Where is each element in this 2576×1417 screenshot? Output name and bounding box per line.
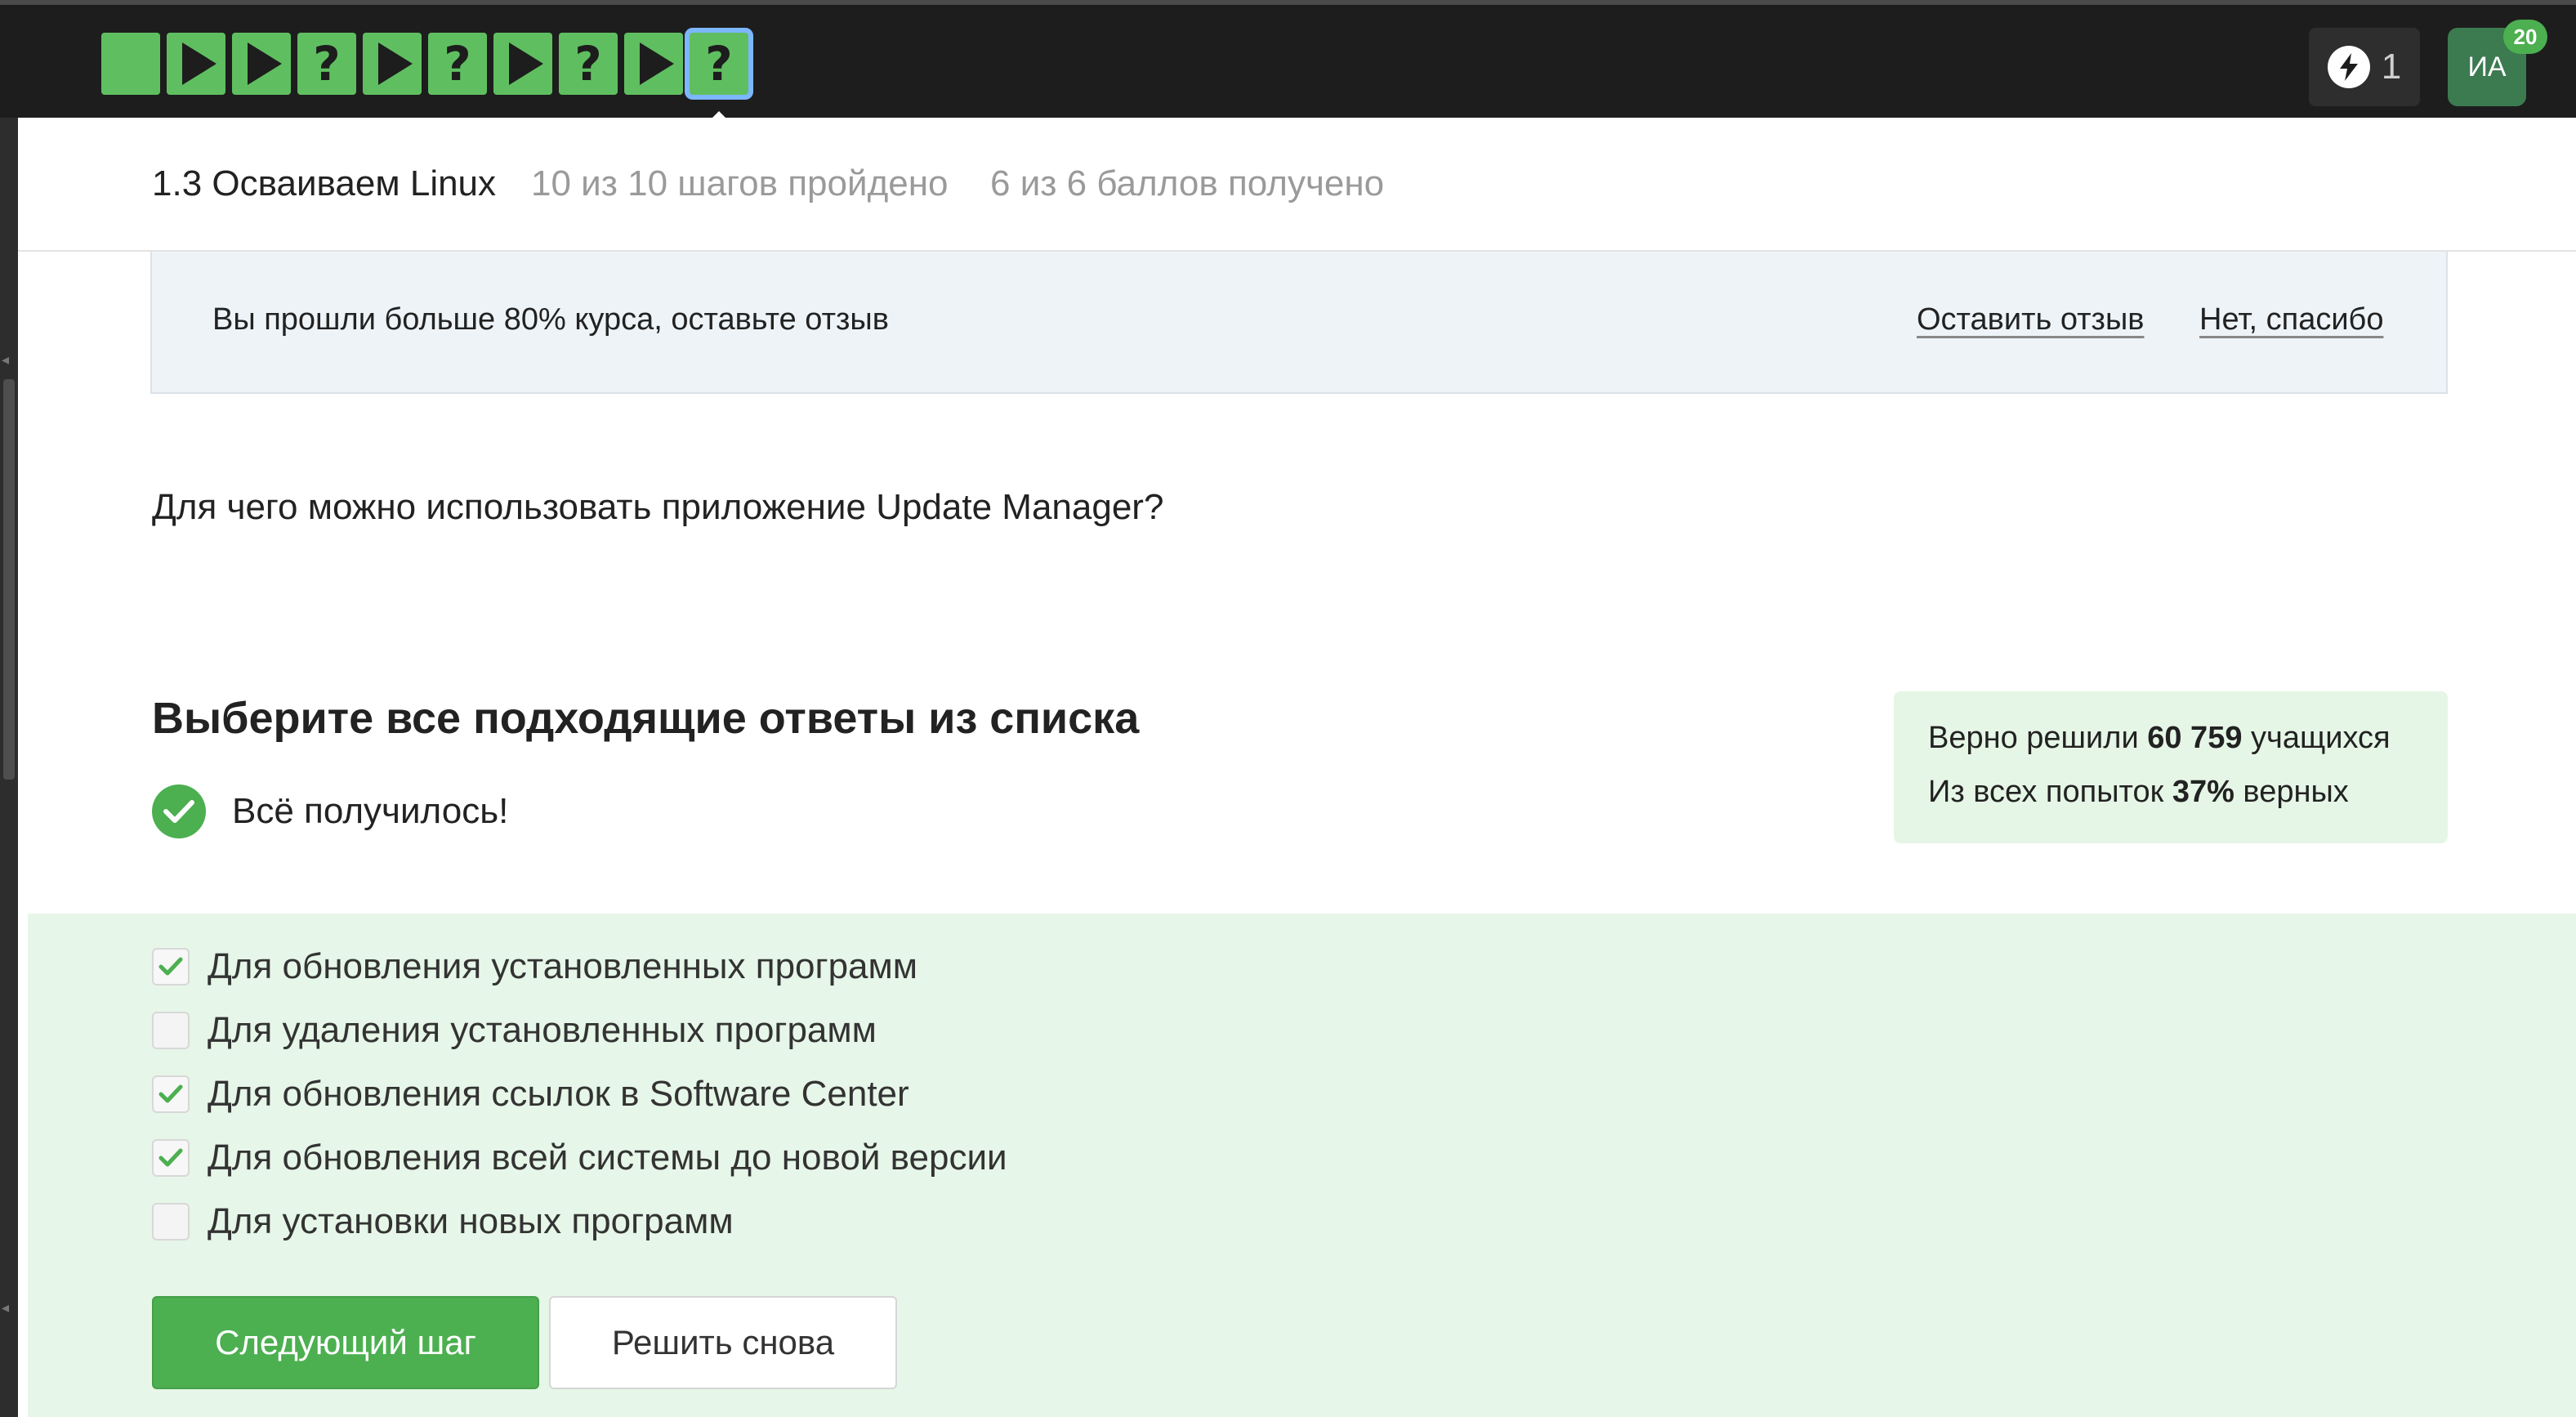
step-9-video[interactable] [624, 33, 683, 95]
play-icon [640, 42, 674, 85]
step-8-quiz[interactable]: ? [559, 33, 618, 95]
top-bar: ? ? ? ? 1 ИА 20 [0, 0, 2576, 123]
left-scrollbar[interactable]: ◂ ◂ [0, 118, 18, 1417]
option-1[interactable]: Для обновления установленных программ [152, 946, 917, 987]
option-label: Для обновления ссылок в Software Center [208, 1074, 909, 1114]
success-status: Всё получилось! [152, 784, 508, 838]
attempts-percent: 37% [2172, 775, 2234, 809]
option-label: Для установки новых программ [208, 1201, 734, 1241]
solved-count: 60 759 [2147, 721, 2243, 755]
answers-area: Для обновления установленных программ Дл… [28, 914, 2576, 1417]
lightning-icon [2327, 46, 2370, 88]
leave-review-link[interactable]: Оставить отзыв [1917, 302, 2144, 337]
option-label: Для обновления установленных программ [208, 946, 918, 986]
step-5-video[interactable] [363, 33, 422, 95]
question-icon: ? [574, 36, 602, 92]
scroll-down-icon[interactable]: ◂ [2, 1299, 9, 1316]
option-4[interactable]: Для обновления всей системы до новой вер… [152, 1138, 1007, 1178]
question-icon: ? [313, 36, 341, 92]
attempts-prefix: Из всех попыток [1928, 775, 2172, 809]
feedback-text: Вы прошли больше 80% курса, оставьте отз… [212, 302, 889, 337]
option-label: Для удаления установленных программ [208, 1010, 877, 1050]
check-circle-icon [152, 784, 206, 838]
lesson-header: 1.3 Осваиваем Linux 10 из 10 шагов пройд… [18, 118, 2576, 252]
lesson-steps-progress: 10 из 10 шагов пройдено [531, 163, 949, 203]
energy-button[interactable]: 1 [2309, 28, 2420, 106]
solve-again-button[interactable]: Решить снова [549, 1296, 897, 1389]
play-icon [509, 42, 543, 85]
question-icon: ? [444, 36, 471, 92]
step-2-video[interactable] [167, 33, 225, 95]
step-3-video[interactable] [232, 33, 291, 95]
checkbox-unchecked[interactable] [152, 1012, 190, 1049]
question-icon: ? [705, 36, 733, 92]
next-step-button[interactable]: Следующий шаг [152, 1296, 539, 1389]
step-10-quiz-current[interactable]: ? [690, 33, 748, 123]
feedback-banner: Вы прошли больше 80% курса, оставьте отз… [150, 252, 2448, 394]
quiz-instruction: Выберите все подходящие ответы из списка [152, 694, 1140, 743]
checkbox-checked[interactable] [152, 1139, 190, 1177]
step-1-text[interactable] [101, 33, 160, 95]
play-icon [182, 42, 217, 85]
solved-prefix: Верно решили [1928, 721, 2148, 755]
step-4-quiz[interactable]: ? [297, 33, 356, 95]
solve-stats: Верно решили 60 759 учащихся Из всех поп… [1894, 691, 2448, 843]
energy-count: 1 [2381, 47, 2402, 87]
success-text: Всё получилось! [232, 791, 509, 831]
solved-suffix: учащихся [2242, 721, 2391, 755]
attempts-line: Из всех попыток 37% верных [1928, 775, 2349, 810]
checkbox-unchecked[interactable] [152, 1203, 190, 1240]
checkbox-checked[interactable] [152, 948, 190, 986]
option-label: Для обновления всей системы до новой вер… [208, 1138, 1007, 1178]
play-icon [248, 42, 282, 85]
scrollbar-thumb[interactable] [3, 379, 15, 780]
option-3[interactable]: Для обновления ссылок в Software Center [152, 1074, 909, 1115]
lesson-title[interactable]: 1.3 Осваиваем Linux [152, 163, 496, 204]
solved-count-line: Верно решили 60 759 учащихся [1928, 721, 2391, 756]
play-icon [378, 42, 413, 85]
decline-review-link[interactable]: Нет, спасибо [2199, 302, 2383, 337]
checkbox-checked[interactable] [152, 1075, 190, 1113]
question-text: Для чего можно использовать приложение U… [152, 487, 1164, 527]
attempts-suffix: верных [2234, 775, 2349, 809]
option-5[interactable]: Для установки новых программ [152, 1201, 734, 1242]
lesson-points-progress: 6 из 6 баллов получено [990, 163, 1385, 203]
step-7-video[interactable] [493, 33, 552, 95]
step-6-quiz[interactable]: ? [428, 33, 487, 95]
notification-badge: 20 [2503, 20, 2547, 54]
scroll-up-icon[interactable]: ◂ [2, 351, 9, 369]
option-2[interactable]: Для удаления установленных программ [152, 1010, 877, 1051]
step-navigation: ? ? ? ? [101, 33, 748, 123]
